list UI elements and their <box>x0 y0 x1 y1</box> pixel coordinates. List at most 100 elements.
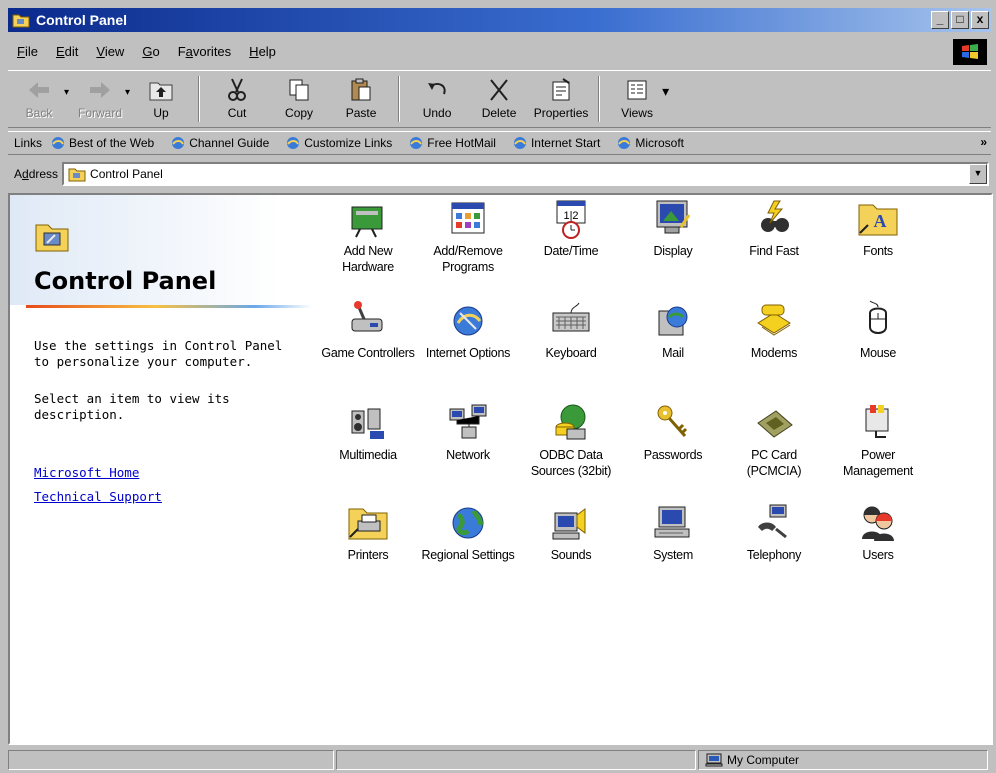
add-hardware-icon <box>351 206 383 238</box>
control-panel-item-fonts[interactable]: A Fonts <box>828 197 928 259</box>
control-panel-item-mouse[interactable]: Mouse <box>828 299 928 361</box>
control-panel-item-system[interactable]: System <box>623 501 723 563</box>
technical-support-link[interactable]: Technical Support <box>34 489 162 504</box>
link-microsoft[interactable]: Microsoft <box>616 135 684 151</box>
control-panel-folder-icon <box>68 168 86 182</box>
network-icon <box>449 404 487 439</box>
odbc-icon <box>555 404 586 440</box>
back-button[interactable]: Back <box>8 73 70 125</box>
my-computer-icon <box>705 753 723 767</box>
address-bar: Address Control Panel ▼ <box>8 160 991 188</box>
webview-info-pane: Control Panel Use the settings in Contro… <box>10 195 312 743</box>
toolbar-separator <box>198 76 201 122</box>
control-panel-item-label: Internet Options <box>425 346 511 360</box>
content-pane: Control Panel Use the settings in Contro… <box>8 193 993 745</box>
copy-button[interactable]: Copy <box>268 73 330 125</box>
views-dropdown-icon[interactable]: ▾ <box>662 83 669 100</box>
control-panel-item-telephony[interactable]: Telephony <box>724 501 824 563</box>
address-dropdown-icon[interactable]: ▼ <box>969 164 987 184</box>
window-title: Control Panel <box>36 12 128 28</box>
undo-button[interactable]: Undo <box>406 73 468 125</box>
delete-button[interactable]: Delete <box>468 73 530 125</box>
control-panel-item-label: Display <box>653 244 693 258</box>
control-panel-item-label: Date/Time <box>543 244 599 258</box>
modems-icon <box>757 304 791 336</box>
windows-logo-icon <box>953 39 987 65</box>
paste-button[interactable]: Paste <box>330 73 392 125</box>
ie-page-icon <box>513 137 526 149</box>
control-panel-item-find-fast[interactable]: Find Fast <box>724 197 824 259</box>
title-bar[interactable]: Control Panel _ □ x <box>8 8 991 32</box>
forward-button[interactable]: Forward <box>69 73 131 125</box>
control-panel-item-regional-settings[interactable]: Regional Settings <box>418 501 518 563</box>
control-panel-item-label: Mail <box>662 346 684 360</box>
control-panel-item-keyboard[interactable]: Keyboard <box>521 299 621 361</box>
link-free-hotmail[interactable]: Free HotMail <box>408 135 496 151</box>
link-internet-start[interactable]: Internet Start <box>512 135 600 151</box>
control-panel-item-label: Multimedia <box>339 448 397 462</box>
control-panel-item-label: Add New Hardware <box>342 244 394 274</box>
svg-text:A: A <box>874 211 887 231</box>
link-customize-links[interactable]: Customize Links <box>285 135 392 151</box>
address-combobox[interactable]: Control Panel ▼ <box>62 162 989 186</box>
control-panel-item-printers[interactable]: Printers <box>318 501 418 563</box>
control-panel-item-passwords[interactable]: Passwords <box>623 401 723 463</box>
toolbar-separator <box>598 76 601 122</box>
display-icon <box>656 200 691 234</box>
control-panel-item-multimedia[interactable]: Multimedia <box>318 401 418 463</box>
control-panel-item-label: Game Controllers <box>321 346 415 360</box>
control-panel-item-internet-options[interactable]: Internet Options <box>418 299 518 361</box>
printers-icon <box>348 508 388 540</box>
menu-view[interactable]: View <box>87 44 133 59</box>
status-bar: My Computer <box>8 749 993 771</box>
control-panel-item-add-hardware[interactable]: Add New Hardware <box>318 197 418 275</box>
control-panel-item-label: Printers <box>347 548 389 562</box>
menu-favorites[interactable]: Favorites <box>169 44 240 59</box>
properties-button[interactable]: Properties <box>530 73 592 125</box>
address-label: Address <box>14 167 59 181</box>
control-panel-item-label: Regional Settings <box>421 548 515 562</box>
control-panel-item-date-time[interactable]: 1|2 Date/Time <box>521 197 621 259</box>
up-button[interactable]: Up <box>130 73 192 125</box>
control-panel-item-power-management[interactable]: Power Management <box>828 401 928 479</box>
minimize-button[interactable]: _ <box>931 11 949 29</box>
menu-help[interactable]: Help <box>240 44 285 59</box>
control-panel-item-label: Power Management <box>843 448 913 478</box>
menu-file[interactable]: File <box>8 44 47 59</box>
control-panel-folder-icon <box>35 224 69 252</box>
menu-edit[interactable]: Edit <box>47 44 87 59</box>
control-panel-item-mail[interactable]: Mail <box>623 299 723 361</box>
control-panel-item-add-remove-programs[interactable]: Add/Remove Programs <box>418 197 518 275</box>
link-channel-guide[interactable]: Channel Guide <box>170 135 269 151</box>
up-folder-icon <box>149 82 173 101</box>
more-links-chevron-icon[interactable]: » <box>980 135 987 149</box>
control-panel-item-network[interactable]: Network <box>418 401 518 463</box>
control-panel-item-label: Telephony <box>746 548 802 562</box>
link-best-of-the-web[interactable]: Best of the Web <box>50 135 154 151</box>
views-icon <box>627 80 647 100</box>
control-panel-item-label: Sounds <box>550 548 592 562</box>
maximize-button[interactable]: □ <box>951 11 969 29</box>
control-panel-item-game-controllers[interactable]: Game Controllers <box>318 299 418 361</box>
control-panel-item-display[interactable]: Display <box>623 197 723 259</box>
status-cell-main <box>8 750 334 770</box>
cut-button[interactable]: Cut <box>206 73 268 125</box>
control-panel-item-sounds[interactable]: Sounds <box>521 501 621 563</box>
fonts-icon: A <box>858 204 898 236</box>
views-button[interactable]: Views <box>606 73 668 125</box>
links-bar: Links Best of the Web Channel Guide Cust… <box>8 131 991 155</box>
ie-page-icon <box>287 137 300 149</box>
pc-card-icon <box>757 410 793 438</box>
control-panel-item-users[interactable]: Users <box>828 501 928 563</box>
control-panel-item-odbc[interactable]: ODBC Data Sources (32bit) <box>521 401 621 479</box>
control-panel-item-label: Add/Remove Programs <box>433 244 503 274</box>
control-panel-item-label: Find Fast <box>749 244 799 258</box>
telephony-icon <box>758 504 787 539</box>
address-value[interactable]: Control Panel <box>90 167 163 181</box>
undo-icon <box>428 83 446 95</box>
control-panel-item-pc-card[interactable]: PC Card (PCMCIA) <box>724 401 824 479</box>
control-panel-item-modems[interactable]: Modems <box>724 299 824 361</box>
close-button[interactable]: x <box>971 11 989 29</box>
microsoft-home-link[interactable]: Microsoft Home <box>34 465 139 480</box>
menu-go[interactable]: Go <box>133 44 168 59</box>
